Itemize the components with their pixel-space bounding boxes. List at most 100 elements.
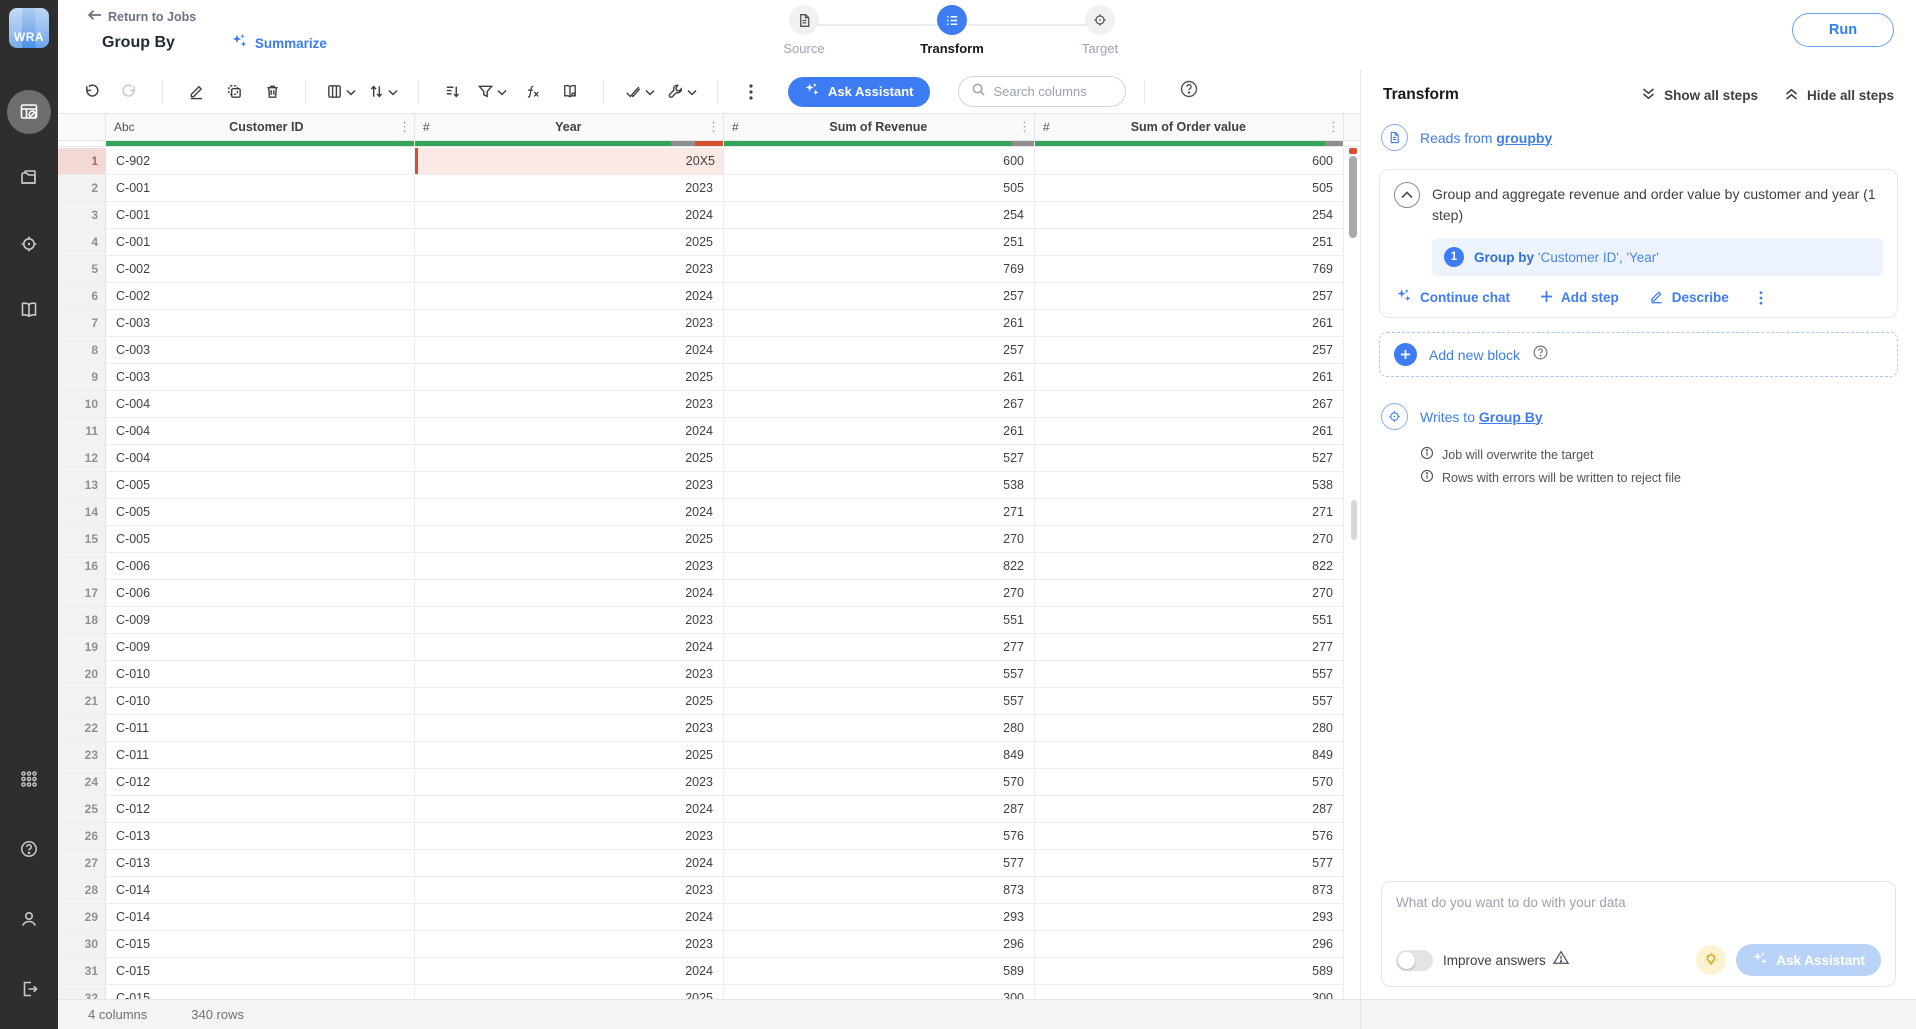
column-menu-icon[interactable]: ⋮	[1018, 119, 1028, 135]
table-cell[interactable]: 261	[1035, 418, 1344, 444]
table-cell[interactable]: 2023	[415, 877, 724, 903]
table-cell[interactable]: 2023	[415, 472, 724, 498]
table-row[interactable]: 7C-0032023261261	[58, 310, 1344, 337]
table-cell[interactable]: 2024	[415, 202, 724, 228]
table-cell[interactable]: 505	[724, 175, 1035, 201]
table-cell[interactable]: C-015	[106, 958, 415, 984]
table-cell[interactable]: C-003	[106, 310, 415, 336]
row-number[interactable]: 32	[58, 985, 106, 999]
quality-bar-year[interactable]	[415, 141, 724, 146]
table-cell[interactable]: 293	[1035, 904, 1344, 930]
table-cell[interactable]: 557	[724, 688, 1035, 714]
row-number[interactable]: 3	[58, 202, 106, 228]
hide-all-steps-button[interactable]: Hide all steps	[1784, 87, 1894, 104]
row-number[interactable]: 6	[58, 283, 106, 309]
table-cell[interactable]: C-003	[106, 337, 415, 363]
row-number[interactable]: 24	[58, 769, 106, 795]
table-cell[interactable]: 270	[724, 580, 1035, 606]
table-cell[interactable]: 2024	[415, 283, 724, 309]
table-cell[interactable]: C-001	[106, 202, 415, 228]
step-target[interactable]: Target	[1026, 5, 1174, 56]
table-cell[interactable]: 577	[1035, 850, 1344, 876]
quality-bar-customer-id[interactable]	[106, 141, 415, 146]
sidebar-item-docs[interactable]	[7, 288, 51, 332]
table-cell[interactable]: 769	[724, 256, 1035, 282]
table-cell[interactable]: C-005	[106, 526, 415, 552]
table-cell[interactable]: 2023	[415, 607, 724, 633]
table-cell[interactable]: 277	[1035, 634, 1344, 660]
table-cell[interactable]: 296	[1035, 931, 1344, 957]
table-cell[interactable]: 2025	[415, 526, 724, 552]
table-row[interactable]: 5C-0022023769769	[58, 256, 1344, 283]
table-cell[interactable]: 270	[1035, 526, 1344, 552]
table-cell[interactable]: 2023	[415, 769, 724, 795]
table-cell[interactable]: 538	[1035, 472, 1344, 498]
row-number[interactable]: 15	[58, 526, 106, 552]
table-cell[interactable]: 270	[724, 526, 1035, 552]
table-cell[interactable]: 873	[1035, 877, 1344, 903]
table-row[interactable]: 19C-0092024277277	[58, 634, 1344, 661]
table-cell[interactable]: 271	[1035, 499, 1344, 525]
formula-button[interactable]	[517, 77, 547, 107]
table-cell[interactable]: C-013	[106, 823, 415, 849]
table-row[interactable]: 23C-0112025849849	[58, 742, 1344, 769]
table-cell[interactable]: 261	[724, 364, 1035, 390]
column-menu-icon[interactable]: ⋮	[398, 119, 408, 135]
table-row[interactable]: 15C-0052025270270	[58, 526, 1344, 553]
logout-icon[interactable]	[7, 967, 51, 1011]
table-cell[interactable]: 2024	[415, 499, 724, 525]
table-cell[interactable]: 576	[1035, 823, 1344, 849]
block-more-options-button[interactable]	[1759, 291, 1763, 305]
table-row[interactable]: 17C-0062024270270	[58, 580, 1344, 607]
row-sort-button[interactable]	[366, 77, 400, 107]
table-cell[interactable]: 576	[724, 823, 1035, 849]
table-cell[interactable]: C-001	[106, 175, 415, 201]
row-number[interactable]: 27	[58, 850, 106, 876]
sidebar-item-transform[interactable]	[7, 90, 51, 134]
row-number[interactable]: 16	[58, 553, 106, 579]
add-step-button[interactable]: Add step	[1540, 290, 1619, 306]
table-cell[interactable]: 267	[1035, 391, 1344, 417]
wra-logo[interactable]: WRA	[9, 8, 49, 48]
row-number[interactable]: 12	[58, 445, 106, 471]
table-cell[interactable]: 570	[1035, 769, 1344, 795]
assistant-chat-box[interactable]: What do you want to do with your data Im…	[1381, 881, 1896, 987]
table-cell[interactable]: 2024	[415, 580, 724, 606]
table-cell[interactable]: 557	[724, 661, 1035, 687]
quality-bar-sum-of-order-value[interactable]	[1035, 141, 1344, 146]
vertical-scrollbar[interactable]	[1348, 148, 1358, 999]
row-number[interactable]: 2	[58, 175, 106, 201]
table-row[interactable]: 4C-0012025251251	[58, 229, 1344, 256]
table-row[interactable]: 24C-0122023570570	[58, 769, 1344, 796]
table-row[interactable]: 14C-0052024271271	[58, 499, 1344, 526]
table-row[interactable]: 3C-0012024254254	[58, 202, 1344, 229]
search-columns-input[interactable]	[994, 84, 1104, 99]
table-row[interactable]: 16C-0062023822822	[58, 553, 1344, 580]
table-cell[interactable]: 2023	[415, 715, 724, 741]
sort-lines-button[interactable]	[437, 77, 467, 107]
row-number[interactable]: 4	[58, 229, 106, 255]
table-cell[interactable]: C-003	[106, 364, 415, 390]
filter-button[interactable]	[475, 77, 509, 107]
table-cell[interactable]: 287	[724, 796, 1035, 822]
table-cell[interactable]: C-014	[106, 877, 415, 903]
sidebar-item-targets[interactable]	[7, 222, 51, 266]
help-circle-icon[interactable]	[1532, 344, 1549, 366]
table-cell[interactable]: 570	[724, 769, 1035, 795]
table-row[interactable]: 8C-0032024257257	[58, 337, 1344, 364]
table-row[interactable]: 1C-90220X5600600	[58, 148, 1344, 175]
row-number[interactable]: 8	[58, 337, 106, 363]
summarize-button[interactable]: Summarize	[231, 33, 327, 53]
table-cell[interactable]: 296	[724, 931, 1035, 957]
table-cell[interactable]: C-005	[106, 472, 415, 498]
table-cell[interactable]: 257	[1035, 283, 1344, 309]
edit-cell-button[interactable]	[181, 77, 211, 107]
table-cell[interactable]: 600	[724, 148, 1035, 174]
table-cell[interactable]: 261	[724, 310, 1035, 336]
row-number[interactable]: 5	[58, 256, 106, 282]
table-cell[interactable]: 300	[724, 985, 1035, 999]
table-cell[interactable]: C-013	[106, 850, 415, 876]
account-icon[interactable]	[7, 897, 51, 941]
table-cell[interactable]: 2023	[415, 661, 724, 687]
search-columns-box[interactable]	[958, 76, 1126, 107]
